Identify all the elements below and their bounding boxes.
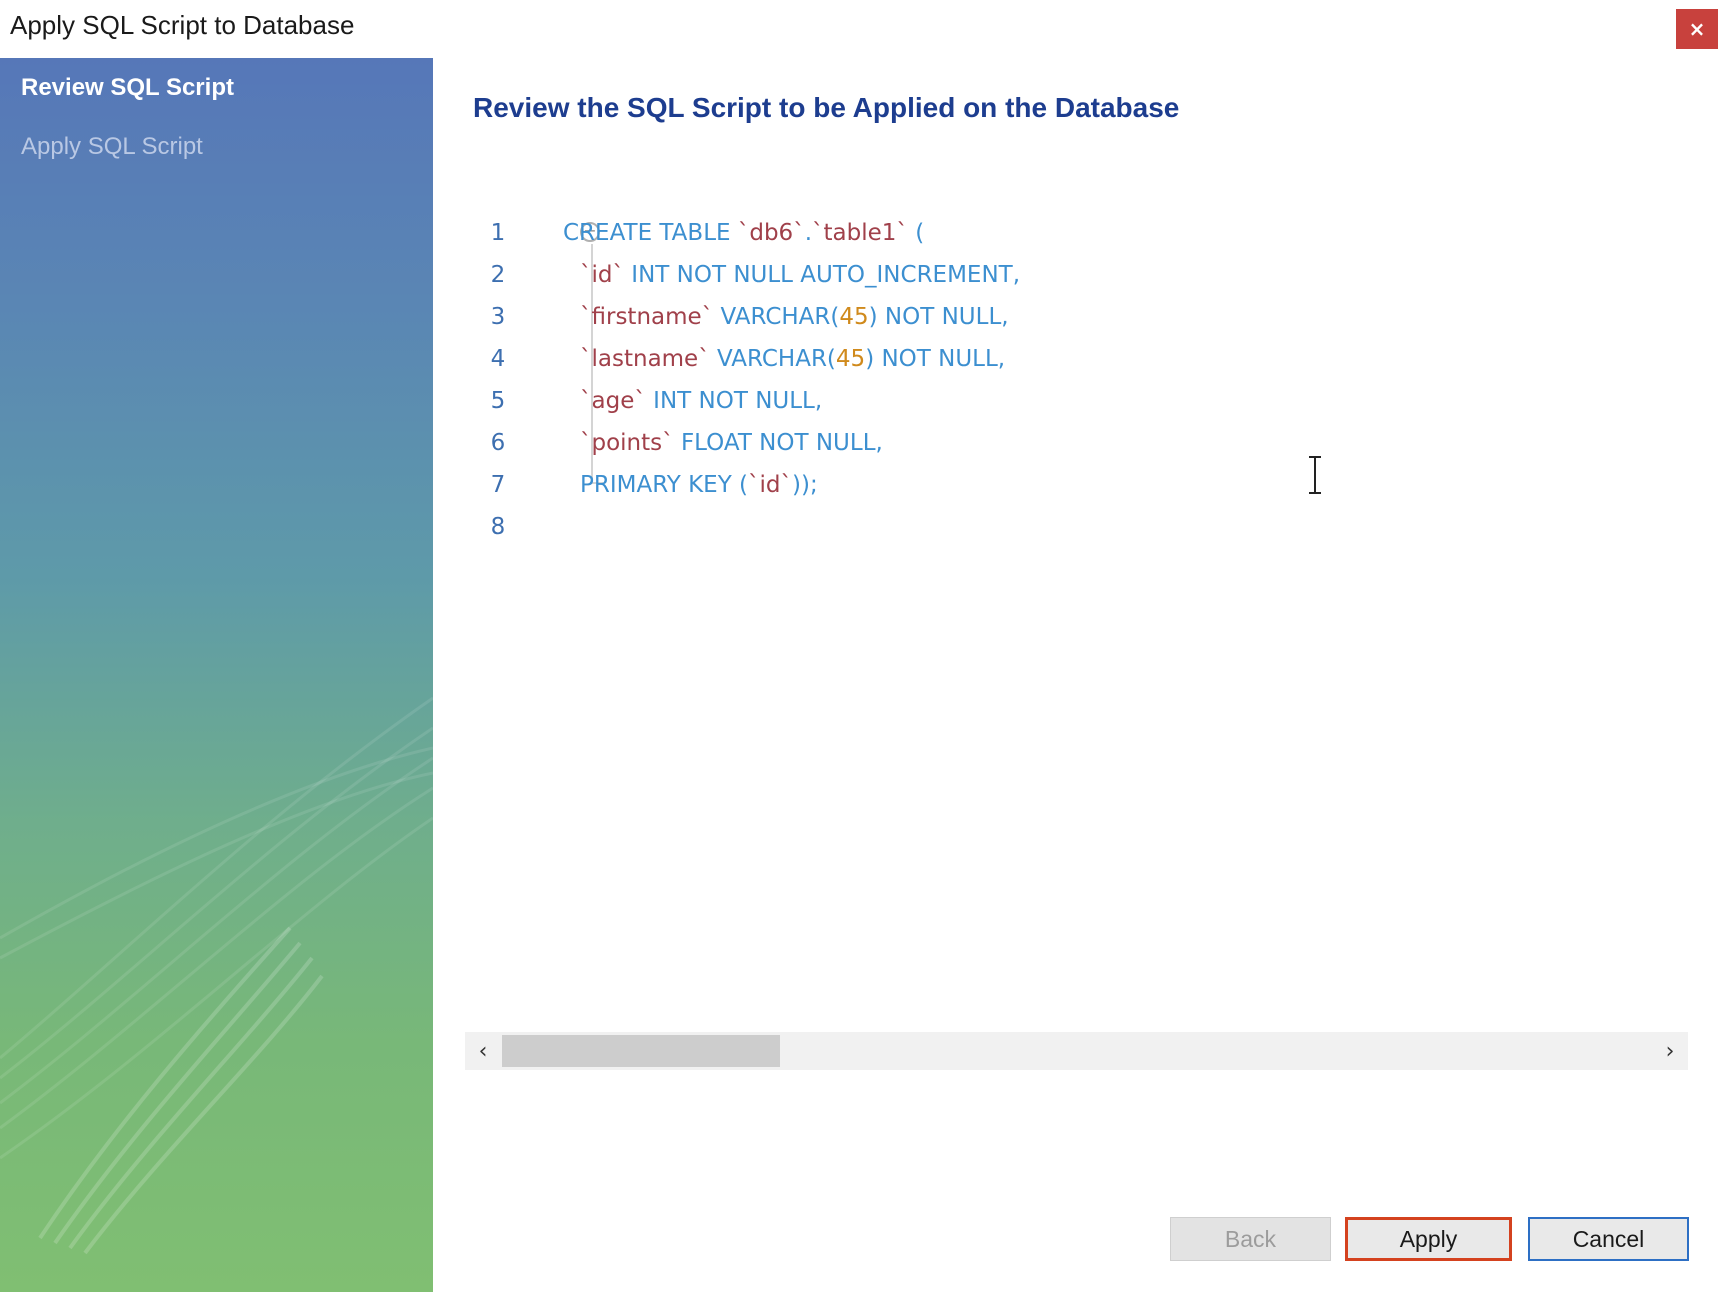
- code-token: VARCHAR(: [709, 346, 836, 372]
- code-line: 4 `lastname` VARCHAR(45) NOT NULL,: [463, 338, 1688, 380]
- code-token: ));: [792, 472, 818, 498]
- line-number: 2: [490, 262, 506, 288]
- page-heading: Review the SQL Script to be Applied on t…: [473, 92, 1180, 123]
- code-text: `points` FLOAT NOT NULL,: [580, 422, 883, 464]
- code-text: `age` INT NOT NULL,: [580, 380, 822, 422]
- code-token: `id`: [580, 262, 624, 288]
- close-button[interactable]: ×: [1676, 9, 1718, 49]
- code-token: .: [804, 220, 813, 246]
- code-token: 45: [839, 304, 869, 330]
- code-line: 8: [463, 506, 1688, 548]
- code-token: CREATE TABLE: [563, 220, 738, 246]
- code-text: `id` INT NOT NULL AUTO_INCREMENT,: [580, 254, 1020, 296]
- sql-script-editor[interactable]: − 1 CREATE TABLE `db6`.`table1` (2 `id` IN…: [463, 200, 1688, 1030]
- code-line: 2 `id` INT NOT NULL AUTO_INCREMENT,: [463, 254, 1688, 296]
- line-number: 4: [490, 346, 506, 372]
- close-icon: ×: [1688, 17, 1706, 41]
- window-title: Apply SQL Script to Database: [10, 10, 355, 40]
- code-token: 45: [835, 346, 866, 372]
- code-token: `table1`: [812, 220, 908, 246]
- line-number: 5: [490, 388, 506, 414]
- code-token: VARCHAR(: [713, 304, 840, 330]
- code-line: 5 `age` INT NOT NULL,: [463, 380, 1688, 422]
- wizard-sidebar: Review SQL Script Apply SQL Script: [0, 58, 433, 1292]
- code-line: 7 PRIMARY KEY (`id`));: [463, 464, 1688, 506]
- code-text: CREATE TABLE `db6`.`table1` (: [563, 212, 924, 254]
- code-token: `db6`: [737, 220, 805, 246]
- code-token: ) NOT NULL,: [865, 346, 1006, 372]
- code-token: ) NOT NULL,: [868, 304, 1009, 330]
- code-token: PRIMARY KEY (: [580, 472, 749, 498]
- code-text: PRIMARY KEY (`id`));: [580, 464, 818, 506]
- scroll-left-arrow-icon[interactable]: ‹: [465, 1032, 501, 1070]
- code-text: `lastname` VARCHAR(45) NOT NULL,: [580, 338, 1005, 380]
- apply-sql-script-dialog: Apply SQL Script to Database × Review SQ…: [0, 0, 1722, 1292]
- title-bar: Apply SQL Script to Database ×: [0, 0, 1722, 58]
- scrollbar-thumb[interactable]: [502, 1035, 780, 1067]
- step-apply-sql-script: Apply SQL Script: [21, 133, 203, 160]
- code-token: INT NOT NULL,: [645, 388, 823, 414]
- code-text: `firstname` VARCHAR(45) NOT NULL,: [580, 296, 1009, 338]
- line-number: 8: [490, 514, 506, 540]
- apply-button[interactable]: Apply: [1345, 1217, 1512, 1261]
- line-number: 3: [490, 304, 506, 330]
- scroll-right-arrow-icon[interactable]: ›: [1652, 1032, 1688, 1070]
- code-token: `points`: [580, 430, 674, 456]
- code-line: 6 `points` FLOAT NOT NULL,: [463, 422, 1688, 464]
- step-review-sql-script: Review SQL Script: [21, 74, 234, 101]
- code-line: 1 CREATE TABLE `db6`.`table1` (: [463, 212, 1688, 254]
- back-button[interactable]: Back: [1170, 1217, 1331, 1261]
- horizontal-scrollbar[interactable]: ‹ ›: [465, 1032, 1688, 1070]
- line-number: 6: [490, 430, 506, 456]
- line-number: 1: [490, 220, 506, 246]
- code-token: INT NOT NULL AUTO_INCREMENT,: [624, 262, 1021, 288]
- code-token: `id`: [748, 472, 793, 498]
- sidebar-decoration: [0, 696, 433, 1255]
- code-token: `age`: [580, 388, 646, 414]
- line-number: 7: [490, 472, 506, 498]
- code-line: 3 `firstname` VARCHAR(45) NOT NULL,: [463, 296, 1688, 338]
- code-token: `lastname`: [580, 346, 710, 372]
- code-token: `firstname`: [580, 304, 714, 330]
- cancel-button[interactable]: Cancel: [1528, 1217, 1689, 1261]
- code-token: (: [907, 220, 925, 246]
- code-token: FLOAT NOT NULL,: [673, 430, 883, 456]
